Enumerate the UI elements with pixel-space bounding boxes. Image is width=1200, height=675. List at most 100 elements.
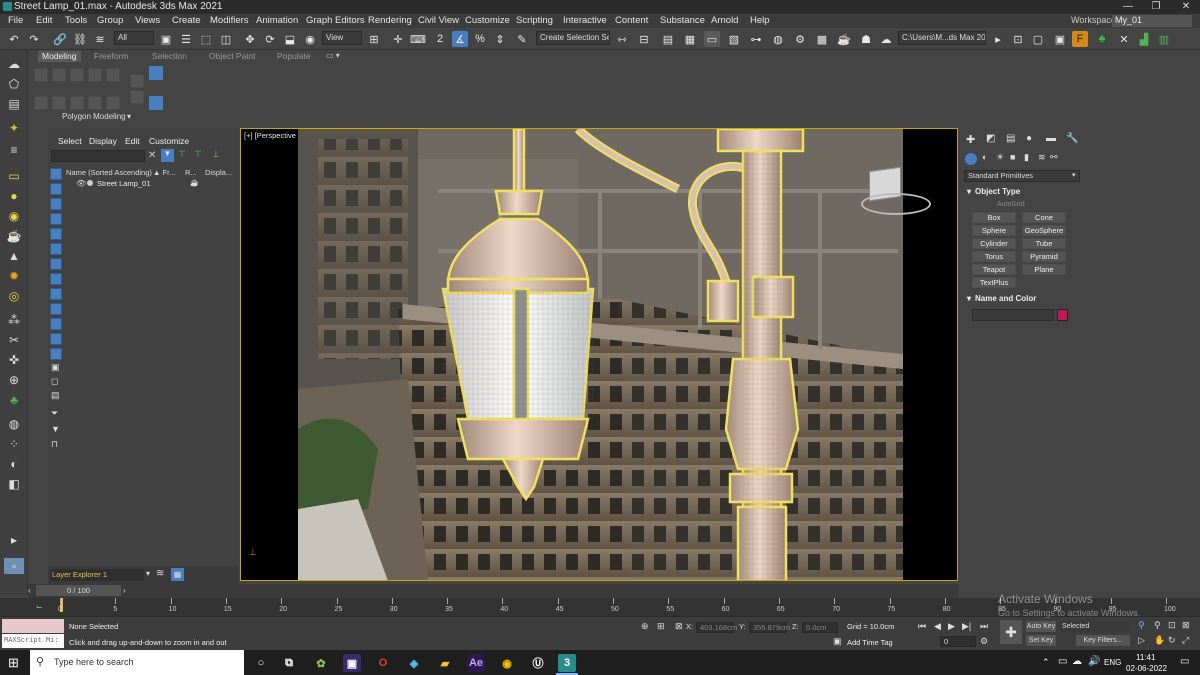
filter-icon[interactable]: ▼	[161, 149, 174, 162]
wrench-icon[interactable]: ✕	[1116, 31, 1132, 47]
scene-tab-customize[interactable]: Customize	[149, 136, 189, 146]
new-scene-icon[interactable]: ▢	[1030, 31, 1046, 47]
modify-tab-icon[interactable]: ◩	[986, 133, 995, 144]
object-name-field[interactable]	[972, 309, 1054, 321]
scene-explorer-toggle-icon[interactable]: ▦	[171, 568, 184, 581]
settings-toggle-icon[interactable]: ◧	[4, 476, 24, 492]
display-xrefs-icon[interactable]	[50, 288, 62, 300]
graph-icon[interactable]: ▟	[1136, 31, 1152, 47]
display-tab-icon[interactable]: ▬	[1046, 133, 1056, 144]
menu-file[interactable]: File	[8, 15, 23, 26]
display-invert-icon[interactable]: ◻	[51, 376, 58, 387]
onedrive-icon[interactable]: ☁	[1072, 656, 1082, 667]
wire-icon[interactable]: ✂	[4, 332, 24, 348]
scale-icon[interactable]: ⬓	[282, 31, 298, 47]
maxscript-mini-listener[interactable]: MAXScript Mi:	[2, 634, 64, 648]
rect-selection-icon[interactable]: ⬚	[198, 31, 214, 47]
cameras-category-icon[interactable]: ■	[1010, 152, 1015, 162]
ribbon-panel-title[interactable]: Polygon Modeling	[62, 112, 126, 121]
hierarchy-tab-icon[interactable]: ▤	[1006, 133, 1015, 144]
display-containers-icon[interactable]	[50, 318, 62, 330]
time-slider-next-icon[interactable]: ›	[123, 586, 126, 595]
snaps-toggle-icon[interactable]: 2	[432, 31, 448, 47]
display-cameras-icon[interactable]	[50, 228, 62, 240]
display-shapes-icon[interactable]	[50, 198, 62, 210]
hierarchy-collapse-icon[interactable]: ⊥	[212, 149, 220, 160]
menu-scripting[interactable]: Scripting	[516, 15, 553, 26]
spacewarps-category-icon[interactable]: ≋	[1038, 152, 1046, 163]
rollout-object-type-toggle[interactable]: ▾	[967, 187, 971, 196]
filter-toggle-icon[interactable]: ▼	[51, 424, 60, 434]
teapot-button[interactable]: Teapot	[972, 264, 1016, 275]
menu-rendering[interactable]: Rendering	[368, 15, 412, 26]
current-frame-field[interactable]: 0	[940, 636, 976, 647]
helpers-category-icon[interactable]: ▮	[1024, 152, 1029, 163]
teapot-primitive-icon[interactable]: ☕	[4, 228, 24, 244]
tape-icon[interactable]: ⊕	[4, 372, 24, 388]
spinner-snap-icon[interactable]: ⇕	[492, 31, 508, 47]
render-teapot-icon[interactable]: ☕	[190, 179, 199, 187]
tube-button[interactable]: Tube	[1022, 238, 1066, 249]
menu-customize[interactable]: Customize	[465, 15, 510, 26]
display-groups-icon[interactable]	[50, 273, 62, 285]
render-production-icon[interactable]: ☕	[836, 31, 852, 47]
plane-button[interactable]: Plane	[1022, 264, 1066, 275]
lights-icon[interactable]: ✦	[4, 120, 24, 136]
selection-filter-dropdown[interactable]: All	[114, 31, 154, 45]
x-coordinate[interactable]: 403.168cm	[696, 622, 737, 633]
hierarchy-tree-icon[interactable]: ⊤	[178, 149, 186, 160]
menu-modifiers[interactable]: Modifiers	[210, 15, 249, 26]
menu-views[interactable]: Views	[135, 15, 160, 26]
hierarchy-icon[interactable]: ▤	[4, 96, 24, 112]
chrome-icon[interactable]: ◉	[498, 654, 516, 672]
helper-icon[interactable]: ✜	[4, 352, 24, 368]
menu-civil-view[interactable]: Civil View	[418, 15, 459, 26]
column-render[interactable]: R...	[185, 168, 197, 177]
display-helpers-icon[interactable]	[50, 243, 62, 255]
autogrid-checkbox[interactable]: AutoGrid	[997, 201, 1025, 208]
expand-strip-icon[interactable]: ▸	[4, 532, 24, 548]
column-display[interactable]: Displa...	[205, 168, 232, 177]
z-coordinate[interactable]: 0.0cm	[802, 622, 838, 633]
close-button[interactable]: ✕	[1172, 0, 1200, 14]
taskbar-search-box[interactable]: ⚲ Type here to search	[30, 650, 244, 675]
mirror-tool-icon[interactable]: ≡	[4, 142, 24, 158]
object-color-swatch[interactable]	[1057, 309, 1068, 321]
box-primitive-icon[interactable]: ▭	[4, 168, 24, 184]
pan-icon[interactable]: ✋	[1154, 635, 1165, 646]
window-crossing-icon[interactable]: ◫	[218, 31, 234, 47]
menu-edit[interactable]: Edit	[36, 15, 52, 26]
app-icon-green[interactable]: ✿	[312, 654, 330, 672]
percent-snap-icon[interactable]: %	[472, 31, 488, 47]
rollout-object-type[interactable]: Object Type	[975, 187, 1020, 196]
ribbon-tab-populate[interactable]: Populate	[277, 51, 311, 62]
absolute-mode-icon[interactable]: ⊠	[675, 621, 683, 632]
notifications-icon[interactable]: ▭	[1180, 656, 1189, 667]
auto-save-icon[interactable]: ⊡	[1010, 31, 1026, 47]
menu-interactive[interactable]: Interactive	[563, 15, 607, 26]
systems-category-icon[interactable]: ⚯	[1050, 152, 1058, 163]
menu-tools[interactable]: Tools	[65, 15, 87, 26]
ribbon-button[interactable]	[34, 96, 48, 110]
render-iterative-icon[interactable]: ☗	[858, 31, 874, 47]
menu-animation[interactable]: Animation	[256, 15, 298, 26]
select-by-name-icon[interactable]: ☰	[178, 31, 194, 47]
y-coordinate[interactable]: 355.879cm	[749, 622, 790, 633]
minimize-button[interactable]: —	[1114, 0, 1142, 14]
edit-named-selection-icon[interactable]: ✎	[514, 31, 530, 47]
curve-editor-icon[interactable]: ▧	[726, 31, 742, 47]
zoom-extents-all-icon[interactable]: ⊠	[1182, 620, 1190, 631]
placement-icon[interactable]: ◉	[302, 31, 318, 47]
lights-category-icon[interactable]: ☀	[996, 152, 1004, 163]
pivot-center-icon[interactable]: ⊞	[366, 31, 382, 47]
sun-icon[interactable]: ✹	[4, 268, 24, 284]
ribbon-active-toggle-icon[interactable]	[149, 66, 163, 80]
menu-group[interactable]: Group	[97, 15, 123, 26]
particle-icon[interactable]: ⁂	[4, 312, 24, 328]
select-object-icon[interactable]: ▣	[158, 31, 174, 47]
after-effects-icon[interactable]: Ae	[467, 654, 485, 672]
angle-snap-icon[interactable]: ∡	[452, 31, 468, 47]
column-freeze[interactable]: ▲ Fr...	[153, 168, 175, 177]
store-icon[interactable]: ◈	[405, 654, 423, 672]
premiere-icon[interactable]: ▣	[343, 654, 361, 672]
